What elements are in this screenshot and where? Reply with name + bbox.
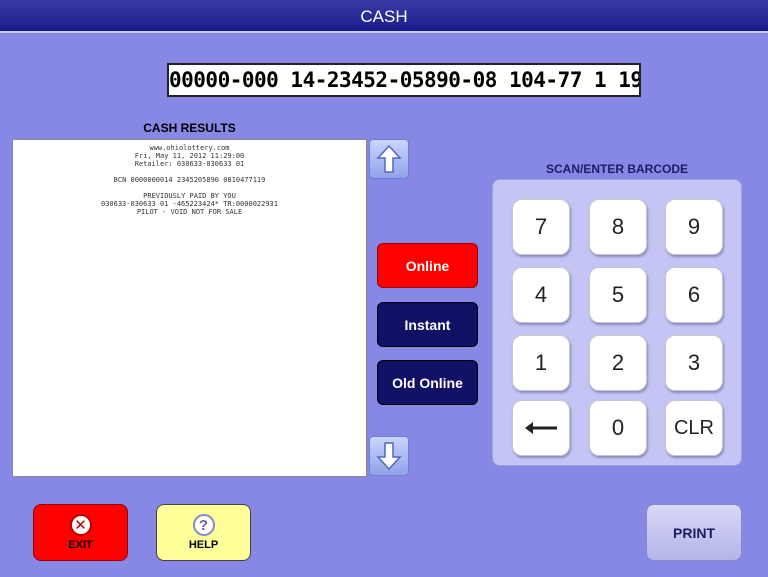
- scroll-down-button[interactable]: [369, 436, 409, 476]
- receipt-line: [13, 184, 366, 192]
- clear-key[interactable]: CLR: [665, 400, 723, 456]
- key-0[interactable]: 0: [589, 400, 647, 456]
- receipt-line: www.ohiolottery.com: [149, 144, 230, 152]
- key-4[interactable]: 4: [512, 267, 570, 323]
- numeric-keypad: 7 8 9 4 5 6 1 2 3 0 CLR: [492, 179, 742, 466]
- cash-results-title: CASH RESULTS: [143, 121, 236, 135]
- arrow-up-icon: [376, 144, 402, 173]
- help-button[interactable]: ? HELP: [156, 504, 251, 561]
- print-button[interactable]: PRINT: [646, 504, 742, 561]
- arrow-down-icon: [376, 442, 402, 471]
- key-6[interactable]: 6: [665, 267, 723, 323]
- key-2[interactable]: 2: [589, 335, 647, 391]
- exit-label: EXIT: [68, 539, 93, 551]
- key-1[interactable]: 1: [512, 335, 570, 391]
- receipt-line: [13, 168, 366, 176]
- barcode-display: 00000-000 14-23452-05890-08 104-77 1 19-…: [167, 63, 641, 97]
- instant-button[interactable]: Instant: [377, 302, 478, 347]
- receipt-line: Retailer: 030633-030633 01: [134, 160, 245, 168]
- key-5[interactable]: 5: [589, 267, 647, 323]
- scroll-up-button[interactable]: [369, 139, 409, 179]
- key-8[interactable]: 8: [589, 199, 647, 255]
- online-button[interactable]: Online: [377, 243, 478, 288]
- receipt-line: Fri, May 11, 2012 11:29:00: [134, 152, 245, 160]
- receipt-line: 030633-030633 01 -465223424* TR:00000229…: [100, 200, 278, 208]
- scan-enter-barcode-title: SCAN/ENTER BARCODE: [545, 162, 688, 176]
- backspace-arrow-icon: [525, 422, 557, 434]
- help-label: HELP: [188, 539, 219, 551]
- key-9[interactable]: 9: [665, 199, 723, 255]
- receipt-line: BCN 0000000014 2345205890 0810477119: [113, 176, 266, 184]
- window-title: CASH: [0, 0, 768, 33]
- cash-results-receipt: www.ohiolottery.com Fri, May 11, 2012 11…: [12, 139, 367, 477]
- exit-button[interactable]: ✕ EXIT: [33, 504, 128, 561]
- backspace-key[interactable]: [512, 400, 570, 456]
- close-icon: ✕: [69, 514, 92, 536]
- old-online-button[interactable]: Old Online: [377, 360, 478, 405]
- receipt-line: PREVIOUSLY PAID BY YOU: [143, 192, 236, 200]
- question-icon: ?: [192, 514, 215, 536]
- key-7[interactable]: 7: [512, 199, 570, 255]
- receipt-line: PILOT - VOID NOT FOR SALE: [136, 208, 243, 216]
- key-3[interactable]: 3: [665, 335, 723, 391]
